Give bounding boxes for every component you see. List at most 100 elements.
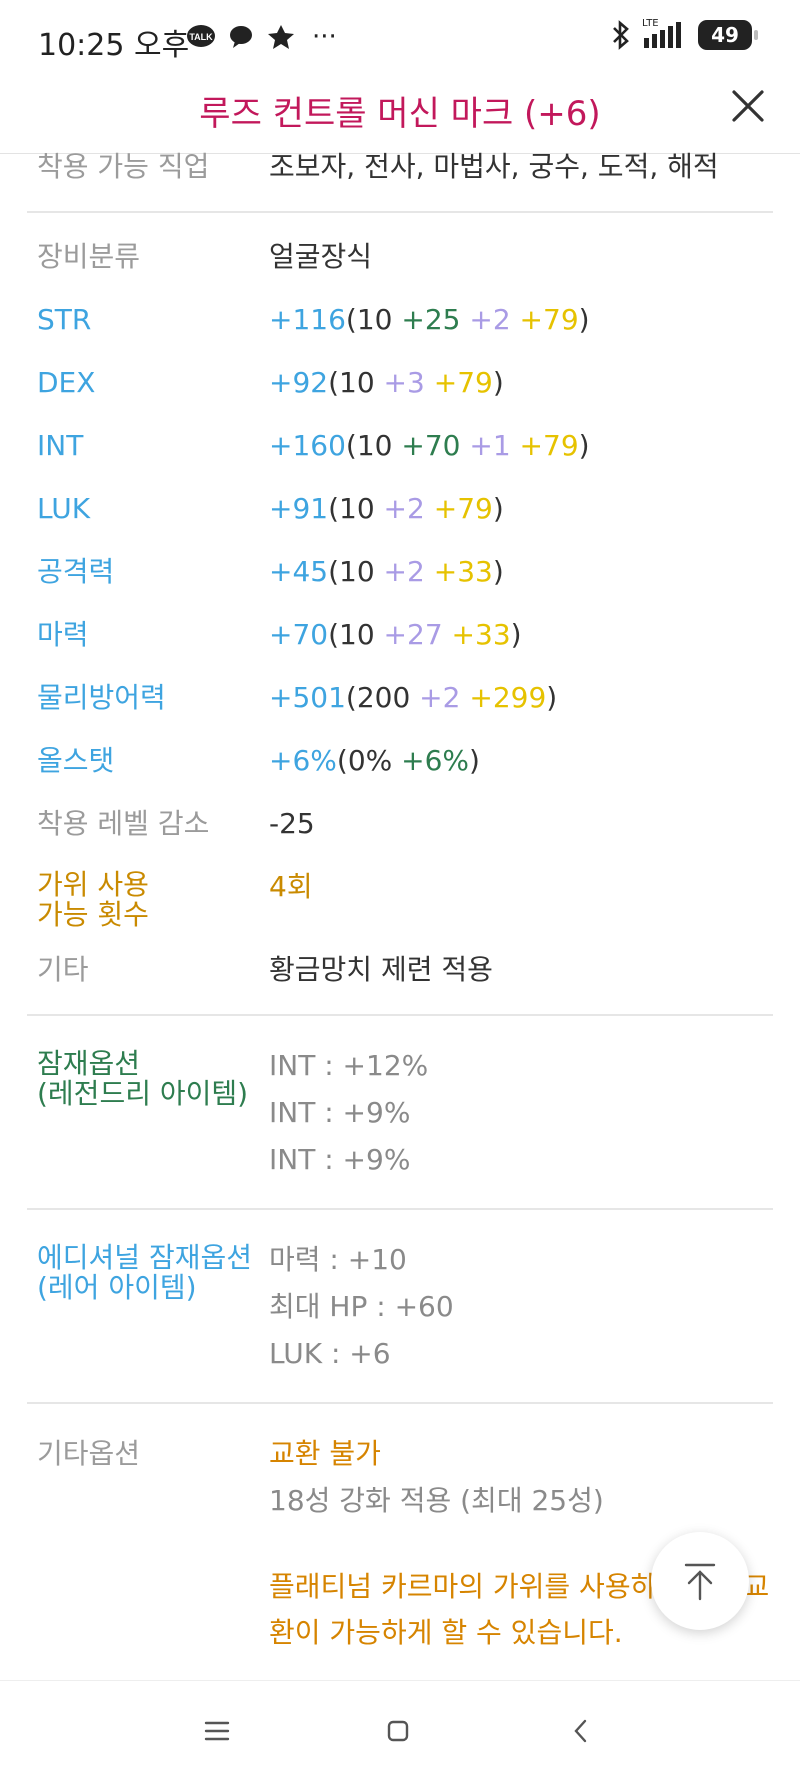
potential-label-line: (레전드리 아이템) [37,1077,249,1110]
arrow-up-icon [684,1563,716,1601]
stat-value: +45(10 +2 +33) [269,555,773,589]
row-req-level: 착용 레벨 감소 -25 [27,807,773,841]
additional-label-line: 에디셔널 잠재옵션 [37,1241,252,1274]
star-badge-icon [268,25,294,49]
row-label-line: 가능 횟수 [37,898,149,931]
row-value: 얼굴장식 [269,240,373,273]
row-defense: 물리방어력 +501(200 +2 +299) [27,681,773,715]
close-icon[interactable] [726,84,770,128]
stat-close: ) [578,429,590,462]
stat-bonus: +79 [424,492,493,525]
additional-potential-section: 에디셔널 잠재옵션 (레어 아이템) 마력 : +10 최대 HP : +60 … [27,1243,773,1384]
stat-value: +116(10 +25 +2 +79) [269,303,773,337]
notification-icons: TALK ··· [186,22,337,52]
status-bar: 10:25 오후 TALK ··· LTE 49 [0,0,800,78]
stat-total: +6% [269,744,337,777]
row-label: 착용 가능 직업 [37,150,210,183]
stat-close: ) [469,744,480,777]
svg-text:TALK: TALK [189,32,213,42]
menu-icon [204,1721,230,1741]
row-label: 기타 [37,953,89,986]
row-dex: DEX +92(10 +3 +79) [27,366,773,400]
stat-label: 공격력 [37,555,115,588]
stat-base: (200 [345,681,411,714]
stat-star: +2 [374,492,425,525]
row-jobs: 착용 가능 직업 조보자, 전사, 마법사, 궁수, 도적, 해적 [27,150,773,184]
stat-total: +45 [269,555,329,588]
stat-close: ) [510,618,522,651]
additional-potential-values: 마력 : +10 최대 HP : +60 LUK : +6 [269,1243,773,1384]
stat-base: (10 [328,366,375,399]
stat-value: +501(200 +2 +299) [269,681,773,715]
stat-label: STR [37,303,92,336]
stat-upgrade: +6% [392,744,470,777]
more-notifications: ··· [312,22,337,52]
system-nav-bar [0,1680,800,1778]
stat-value: +6%(0% +6%) [269,744,773,778]
potential-line: INT : +9% [269,1096,411,1129]
divider [27,211,773,213]
additional-line: LUK : +6 [269,1337,391,1370]
home-square-icon [387,1720,409,1742]
item-title: 루즈 컨트롤 머신 마크 (+6) [199,94,601,134]
row-allstat: 올스탯 +6%(0% +6%) [27,744,773,778]
potential-line: INT : +12% [269,1049,429,1082]
row-label: 착용 레벨 감소 [37,807,210,840]
stat-bonus: +79 [510,303,579,336]
stat-bonus: +33 [442,618,511,651]
potential-label: 잠재옵션 (레전드리 아이템) [27,1049,269,1190]
row-label-line: 가위 사용 [37,868,149,901]
stat-total: +92 [269,366,329,399]
home-button[interactable] [378,1711,418,1751]
row-attack: 공격력 +45(10 +2 +33) [27,555,773,589]
additional-label-line: (레어 아이템) [37,1271,197,1304]
other-options-label: 기타옵션 [37,1437,141,1470]
row-etc: 기타 황금망치 제련 적용 [27,953,773,987]
row-value: 조보자, 전사, 마법사, 궁수, 도적, 해적 [269,150,719,183]
stat-star: +1 [460,429,511,462]
signal-icon: LTE [642,18,688,50]
additional-line: 최대 HP : +60 [269,1290,454,1323]
recent-apps-button[interactable] [197,1711,237,1751]
row-value: 4회 [269,870,313,903]
item-detail-content[interactable]: 착용 가능 직업 조보자, 전사, 마법사, 궁수, 도적, 해적 장비분류 얼… [27,140,773,1680]
stat-label: DEX [37,366,96,399]
stat-star: +27 [374,618,443,651]
potential-values: INT : +12% INT : +9% INT : +9% [269,1049,773,1190]
stat-value: +92(10 +3 +79) [269,366,773,400]
back-button[interactable] [561,1711,601,1751]
stat-base: (10 [328,618,375,651]
row-value: -25 [269,807,315,840]
potential-line: INT : +9% [269,1143,411,1176]
stat-bonus: +79 [424,366,493,399]
stat-label: LUK [37,492,91,525]
stat-base: (10 [328,555,375,588]
row-magic-attack: 마력 +70(10 +27 +33) [27,618,773,652]
row-value: 황금망치 제련 적용 [269,953,493,986]
stat-value: +70(10 +27 +33) [269,618,773,652]
stat-label: 올스탯 [37,744,115,777]
kakaotalk-icon: TALK [187,25,215,47]
stat-star: +3 [374,366,425,399]
stat-total: +91 [269,492,329,525]
potential-label-line: 잠재옵션 [37,1047,141,1080]
row-category: 장비분류 얼굴장식 [27,240,773,274]
divider [27,1208,773,1210]
stat-close: ) [492,492,504,525]
stat-label: 마력 [37,618,89,651]
stat-total: +116 [269,303,346,336]
other-options-section: 기타옵션 교환 불가 18성 강화 적용 (최대 25성) 플래티넘 카르마의 … [27,1437,773,1656]
stat-bonus: +299 [460,681,547,714]
stat-value: +160(10 +70 +1 +79) [269,429,773,463]
stat-close: ) [578,303,590,336]
scroll-to-top-button[interactable] [651,1532,749,1630]
stat-star: +2 [374,555,425,588]
divider [27,1402,773,1404]
additional-potential-label: 에디셔널 잠재옵션 (레어 아이템) [27,1243,269,1384]
chat-bubble-icon [230,26,252,48]
system-icons: LTE 49 [610,18,758,50]
bluetooth-icon [613,20,629,50]
stat-bonus: +33 [424,555,493,588]
potential-section: 잠재옵션 (레전드리 아이템) INT : +12% INT : +9% INT… [27,1049,773,1190]
stat-upgrade: +70 [392,429,461,462]
